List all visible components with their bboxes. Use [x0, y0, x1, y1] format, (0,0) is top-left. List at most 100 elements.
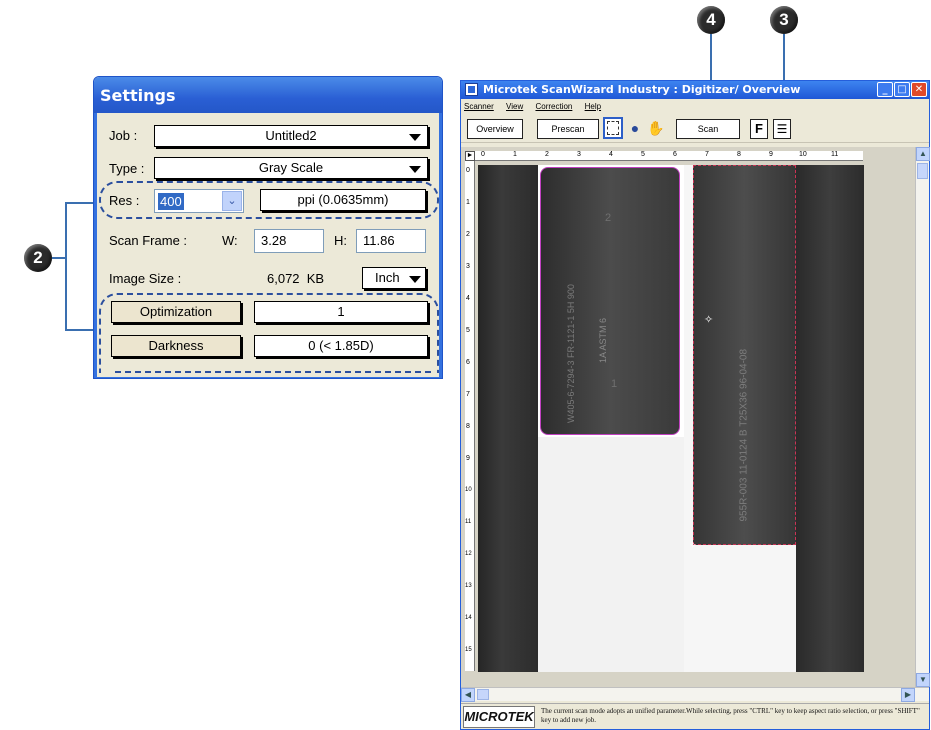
optimization-value-box: 1: [254, 301, 428, 323]
ruler-v-15: 15: [465, 647, 472, 653]
res-select[interactable]: 400 ⌄: [154, 189, 244, 213]
maximize-icon[interactable]: □: [894, 82, 910, 97]
chevron-down-icon: ⌄: [222, 191, 242, 211]
ruler-v-11: 11: [465, 519, 472, 525]
darkness-value-box: 0 (< 1.85D): [254, 335, 428, 357]
callout-2-stub: [52, 257, 66, 259]
film-strip-right: [796, 165, 864, 672]
ruler-v-4: 4: [466, 295, 470, 302]
film-label-4: 1: [611, 378, 618, 390]
chevron-down-icon: [409, 166, 421, 173]
scroll-down-icon[interactable]: ▼: [916, 673, 930, 687]
callout-4: 4: [697, 6, 725, 34]
darkness-button[interactable]: Darkness: [111, 335, 241, 357]
film-strip-left: [478, 165, 538, 672]
horizontal-scrollbar[interactable]: ◀ ▶: [461, 687, 929, 702]
settings-title: Settings: [94, 77, 442, 113]
width-field[interactable]: 3.28: [254, 229, 324, 253]
prescan-button[interactable]: Prescan: [537, 119, 599, 139]
window-titlebar: Microtek ScanWizard Industry : Digitizer…: [461, 81, 929, 99]
ruler-h-1: 1: [513, 151, 517, 158]
width-label: W:: [222, 233, 238, 248]
document-icon[interactable]: ☰: [773, 119, 791, 139]
ruler-v-8: 8: [466, 423, 470, 430]
vertical-scrollbar[interactable]: ▲ ▼: [915, 147, 930, 687]
scroll-left-icon[interactable]: ◀: [461, 688, 475, 702]
res-label: Res :: [109, 193, 140, 208]
toolbar: Overview Prescan ● ✋ Scan F ☰: [461, 115, 929, 143]
screenshot-root: 4 3 2 Settings Job : Untitled2 Type : Gr…: [0, 0, 931, 730]
resize-handle-icon[interactable]: ✧: [689, 540, 697, 551]
ruler-h-11: 11: [831, 151, 839, 158]
ruler-h-9: 9: [769, 151, 773, 158]
ruler-h-3: 3: [577, 151, 581, 158]
scroll-up-icon[interactable]: ▲: [916, 147, 930, 161]
ruler-v-6: 6: [466, 359, 470, 366]
minimize-icon[interactable]: _: [877, 82, 893, 97]
zoom-tool-icon[interactable]: ●: [626, 119, 644, 139]
vertical-ruler: 0 1 2 3 4 5 6 7 8 9 10 11 12 13 14 15: [465, 161, 475, 671]
image-size-label: Image Size :: [109, 271, 182, 286]
scanwizard-window: Microtek ScanWizard Industry : Digitizer…: [460, 80, 930, 730]
horizontal-scroll-thumb[interactable]: [477, 689, 489, 700]
film-label-2: 1A ASTM 6: [598, 317, 608, 363]
ruler-v-14: 14: [465, 615, 472, 621]
app-icon: [465, 83, 478, 96]
job-label: Job :: [109, 128, 138, 143]
optimization-button[interactable]: Optimization: [111, 301, 241, 323]
res-select-value: 400: [158, 193, 184, 210]
unit-select-value: Inch: [375, 270, 400, 285]
callout-3-label: 3: [779, 10, 789, 29]
ruler-h-5: 5: [641, 151, 645, 158]
callout-4-label: 4: [706, 10, 716, 29]
select-tool-icon[interactable]: [603, 117, 623, 139]
height-label: H:: [334, 233, 347, 248]
type-label: Type :: [109, 161, 145, 176]
film-label-5: 955R-003 11-0124 B T25X36 96-04-08: [738, 348, 750, 522]
close-icon[interactable]: ✕: [911, 82, 927, 97]
height-field[interactable]: 11.86: [356, 229, 426, 253]
ruler-v-13: 13: [465, 583, 472, 589]
unit-select[interactable]: Inch: [362, 267, 426, 289]
res-unit-value: ppi (0.0635mm): [297, 192, 389, 207]
ruler-h-7: 7: [705, 151, 709, 158]
menu-view[interactable]: View: [506, 102, 523, 111]
adjust-group-bottom: [115, 371, 431, 373]
menu-help[interactable]: Help: [585, 102, 601, 111]
ruler-v-1: 1: [466, 199, 470, 206]
scan-button[interactable]: Scan: [676, 119, 740, 139]
type-select[interactable]: Gray Scale: [154, 157, 428, 179]
ruler-h-6: 6: [673, 151, 677, 158]
overview-button[interactable]: Overview: [467, 119, 523, 139]
film-sheet-1[interactable]: W405-6-7294-3 FR-1121-1 5H 900 1A ASTM 6…: [538, 165, 684, 437]
menu-scanner[interactable]: Scanner: [464, 102, 494, 111]
film-sheet-2[interactable]: 955R-003 11-0124 B T25X36 96-04-08: [693, 165, 796, 545]
vertical-scroll-thumb[interactable]: [917, 163, 928, 179]
crosshair-icon: ✧: [704, 314, 714, 326]
ruler-h-10: 10: [799, 151, 807, 158]
scan-preview[interactable]: W405-6-7294-3 FR-1121-1 5H 900 1A ASTM 6…: [478, 165, 864, 672]
ruler-v-9: 9: [466, 455, 470, 462]
preview-area: ► 0 1 2 3 4 5 6 7 8 9 10 11 0 1 2 3 4 5 …: [461, 147, 930, 687]
image-size-value: 6,072 KB: [267, 271, 325, 286]
menu-correction[interactable]: Correction: [535, 102, 572, 111]
settings-body: Job : Untitled2 Type : Gray Scale Res : …: [94, 113, 442, 378]
ruler-v-0: 0: [466, 167, 470, 174]
film-label-1: W405-6-7294-3 FR-1121-1 5H 900: [566, 284, 576, 423]
scroll-right-icon[interactable]: ▶: [901, 688, 915, 702]
menu-bar: Scanner View Correction Help: [461, 99, 929, 115]
callout-2-bracket-vertical: [65, 202, 67, 330]
ruler-v-5: 5: [466, 327, 470, 334]
ruler-h-4: 4: [609, 151, 613, 158]
ruler-v-7: 7: [466, 391, 470, 398]
ruler-corner-icon: ►: [465, 151, 475, 161]
hand-tool-icon[interactable]: ✋: [647, 119, 665, 139]
microtek-logo: MICROTEK: [463, 706, 535, 728]
f-button[interactable]: F: [750, 119, 768, 139]
job-select[interactable]: Untitled2: [154, 125, 428, 147]
scan-frame-label: Scan Frame :: [109, 233, 188, 248]
res-unit-box: ppi (0.0635mm): [260, 189, 426, 211]
status-bar: MICROTEK The current scan mode adopts an…: [461, 703, 929, 729]
type-select-value: Gray Scale: [258, 160, 324, 175]
ruler-h-2: 2: [545, 151, 549, 158]
